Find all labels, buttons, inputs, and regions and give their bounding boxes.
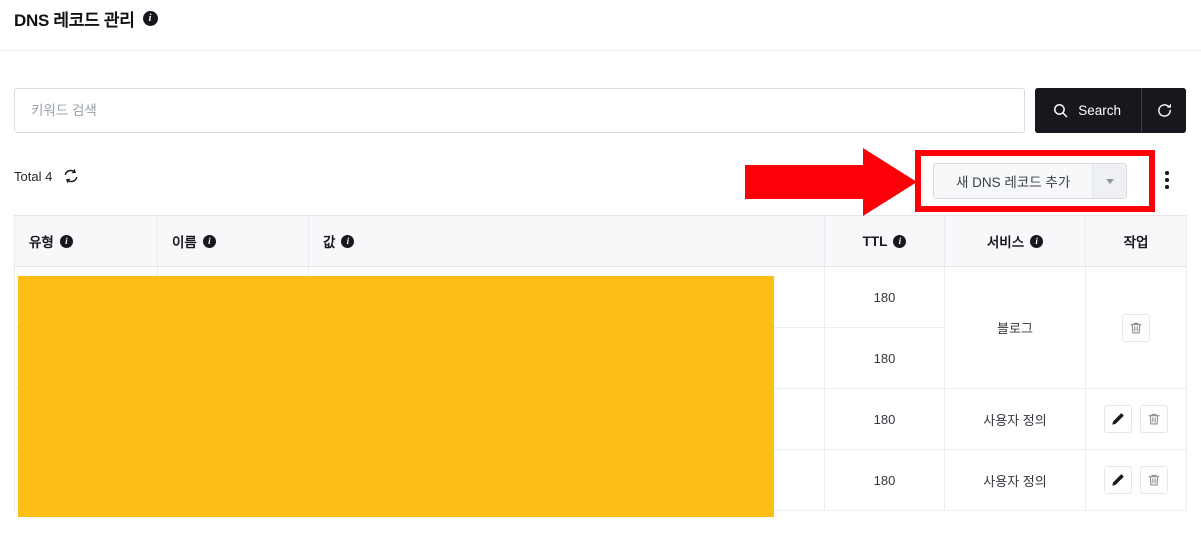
search-input[interactable] bbox=[14, 88, 1026, 133]
table-row[interactable]: 180 사용자 정의 bbox=[14, 449, 1187, 511]
edit-button[interactable] bbox=[1104, 466, 1132, 494]
cell-value bbox=[308, 266, 825, 328]
table-toolbar: Total 4 새 DNS 레코드 추가 bbox=[0, 155, 1201, 203]
cell-ttl: 180 bbox=[824, 266, 945, 328]
column-header-label: 이름 bbox=[172, 235, 197, 250]
column-header-label: 값 bbox=[323, 235, 336, 250]
info-icon[interactable]: i bbox=[142, 11, 158, 26]
info-icon[interactable]: i bbox=[893, 234, 907, 248]
cell-value bbox=[308, 449, 825, 511]
cell-type bbox=[14, 449, 158, 511]
cell-service: 사용자 정의 bbox=[944, 388, 1086, 450]
dns-records-table: 유형 i 이름 i 값 i TTL i 서비스 i 작업 180 블로그 180… bbox=[14, 215, 1187, 511]
total-count-group: Total 4 bbox=[14, 168, 79, 184]
trash-icon bbox=[1129, 321, 1143, 335]
search-row: Search bbox=[14, 88, 1186, 133]
info-icon[interactable]: i bbox=[1030, 234, 1044, 248]
trash-icon bbox=[1147, 473, 1161, 487]
cell-ttl: 180 bbox=[824, 449, 945, 511]
cell-name bbox=[157, 266, 309, 328]
header-divider bbox=[0, 50, 1201, 51]
table-header-row: 유형 i 이름 i 값 i TTL i 서비스 i 작업 bbox=[14, 215, 1187, 267]
more-vertical-icon bbox=[1165, 185, 1169, 189]
info-icon[interactable]: i bbox=[341, 234, 355, 248]
cell-actions bbox=[1085, 388, 1187, 450]
column-header-actions[interactable]: 작업 bbox=[1085, 215, 1187, 267]
cell-service: 사용자 정의 bbox=[944, 449, 1086, 511]
page-title: DNS 레코드 관리 bbox=[14, 11, 135, 30]
cell-actions bbox=[1085, 266, 1187, 389]
table-row[interactable]: 180 블로그 bbox=[14, 266, 1187, 389]
trash-icon bbox=[1147, 412, 1161, 426]
column-header-service[interactable]: 서비스 i bbox=[944, 215, 1086, 267]
add-dns-record-dropdown-button[interactable] bbox=[1092, 164, 1127, 198]
search-button-group: Search bbox=[1035, 88, 1186, 133]
cell-ttl: 180 bbox=[824, 388, 945, 450]
cell-type bbox=[14, 327, 158, 389]
delete-button[interactable] bbox=[1122, 313, 1150, 342]
add-dns-record-group: 새 DNS 레코드 추가 bbox=[933, 163, 1128, 199]
cell-name bbox=[157, 388, 309, 450]
info-icon[interactable]: i bbox=[202, 234, 216, 248]
search-button[interactable]: Search bbox=[1035, 88, 1141, 133]
pencil-icon bbox=[1111, 473, 1125, 487]
refresh-icon bbox=[63, 168, 79, 184]
cell-type bbox=[14, 388, 158, 450]
cell-ttl: 180 bbox=[824, 327, 945, 389]
column-header-name[interactable]: 이름 i bbox=[157, 215, 309, 267]
column-header-label: TTL bbox=[862, 233, 888, 249]
cell-name bbox=[157, 327, 309, 389]
delete-button[interactable] bbox=[1140, 405, 1168, 433]
column-header-value[interactable]: 값 i bbox=[308, 215, 825, 267]
pencil-icon bbox=[1111, 412, 1125, 426]
cell-value bbox=[308, 327, 825, 389]
column-header-type[interactable]: 유형 i bbox=[14, 215, 158, 267]
chevron-down-icon bbox=[1105, 178, 1114, 184]
column-header-label: 서비스 bbox=[986, 235, 1025, 250]
edit-button[interactable] bbox=[1104, 405, 1132, 433]
column-header-label: 유형 bbox=[29, 235, 54, 250]
refresh-button[interactable] bbox=[63, 168, 79, 184]
cell-service: 블로그 bbox=[944, 266, 1086, 389]
table-row[interactable]: 180 사용자 정의 bbox=[14, 388, 1187, 450]
reset-icon bbox=[1156, 102, 1173, 119]
total-count-label: Total 4 bbox=[14, 168, 53, 184]
info-icon[interactable]: i bbox=[59, 234, 73, 248]
more-vertical-icon bbox=[1165, 178, 1169, 182]
cell-type bbox=[14, 266, 158, 328]
more-vertical-icon bbox=[1165, 171, 1169, 175]
delete-button[interactable] bbox=[1140, 466, 1168, 494]
add-dns-record-button[interactable]: 새 DNS 레코드 추가 bbox=[934, 164, 1093, 198]
search-icon bbox=[1052, 102, 1069, 119]
reset-button[interactable] bbox=[1142, 88, 1186, 133]
cell-value bbox=[308, 388, 825, 450]
search-button-label: Search bbox=[1078, 103, 1121, 118]
column-header-label: 작업 bbox=[1123, 235, 1149, 250]
cell-name bbox=[157, 449, 309, 511]
more-options-button[interactable] bbox=[1152, 163, 1182, 197]
page-header: DNS 레코드 관리 i bbox=[14, 6, 158, 31]
cell-actions bbox=[1085, 449, 1187, 511]
column-header-ttl[interactable]: TTL i bbox=[824, 215, 945, 267]
